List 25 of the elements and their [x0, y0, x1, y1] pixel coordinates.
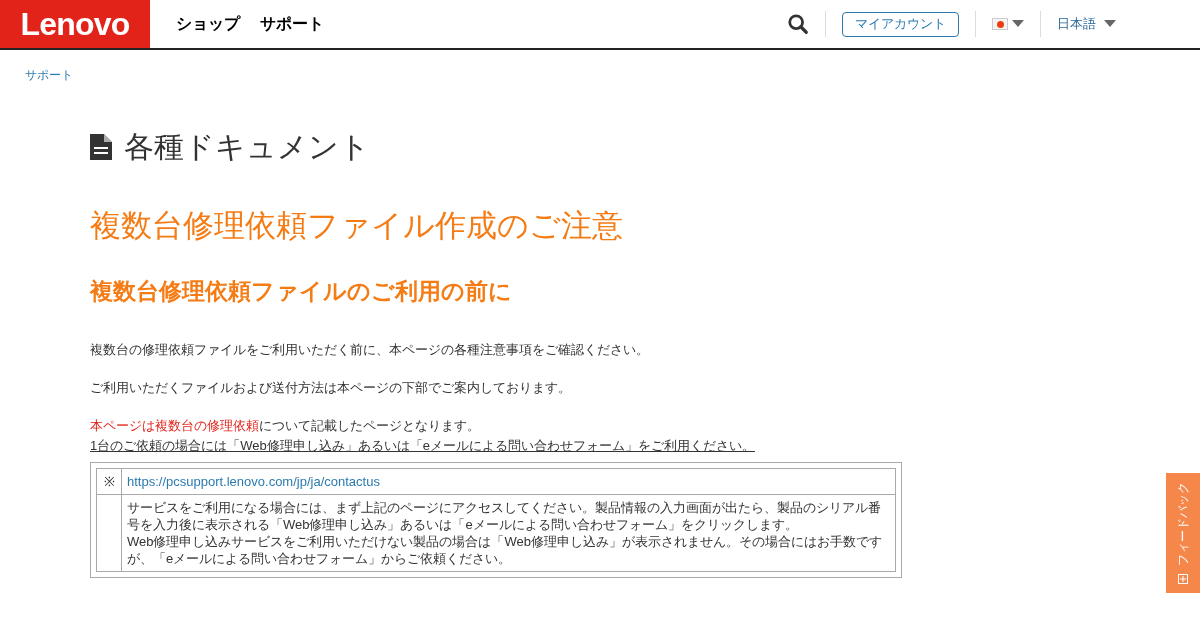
flag-icon	[992, 18, 1008, 30]
body-text: ご利用いただくファイルおよび送付方法は本ページの下部でご案内しております。	[90, 379, 572, 397]
note-text: Web修理申し込みサービスをご利用いただけない製品の場合は「Web修理申し込み」が表示されません。その場合にはお手数ですが、「eメールによる問い合わせフォーム」からご依頼ください。	[127, 533, 883, 567]
language-selector[interactable]: 日本語	[1057, 14, 1116, 34]
notice-text: 本ページは複数台の修理依頼について記載したページとなります。	[90, 417, 481, 435]
region-selector[interactable]	[992, 18, 1024, 30]
nav-link[interactable]: ショップ	[176, 12, 240, 36]
reference-mark: ※	[103, 474, 115, 489]
underlined-note: 1台のご依頼の場合には「Web修理申し込み」あるいは「eメールによる問い合わせフォーム」をご利用ください。	[90, 437, 756, 455]
section-subheading: 複数台修理依頼ファイルのご利用の前に	[90, 276, 513, 306]
feedback-label: フィードバック	[1175, 482, 1191, 566]
section-heading: 複数台修理依頼ファイル作成のご注意	[90, 207, 624, 245]
nav-link[interactable]: サポート	[260, 12, 324, 36]
note-text: サービスをご利用になる場合には、まず上記のページにアクセスしてください。製品情報の入力画面が出たら、製品のシリアル番号を入力後に表示される「Web修理申し込み」あるいは「eメールによる問い合わせフォーム」をクリックします。	[127, 499, 882, 533]
body-text: 複数台の修理依頼ファイルをご利用いただく前に、本ページの各種注意事項をご確認ください。	[90, 341, 650, 359]
document-icon	[90, 133, 112, 160]
lenovo-logo[interactable]: Lenovo	[0, 0, 150, 48]
page-title: 各種ドキュメント	[124, 129, 370, 165]
account-button[interactable]: マイアカウント	[842, 11, 959, 37]
caret-icon	[1012, 20, 1024, 28]
search-icon[interactable]	[787, 13, 809, 35]
plus-box-icon	[1178, 574, 1188, 584]
caret-icon	[1104, 20, 1116, 28]
contact-link[interactable]: https://pcsupport.lenovo.com/jp/ja/contactus	[127, 474, 380, 489]
breadcrumb-link[interactable]: サポート	[25, 68, 73, 82]
